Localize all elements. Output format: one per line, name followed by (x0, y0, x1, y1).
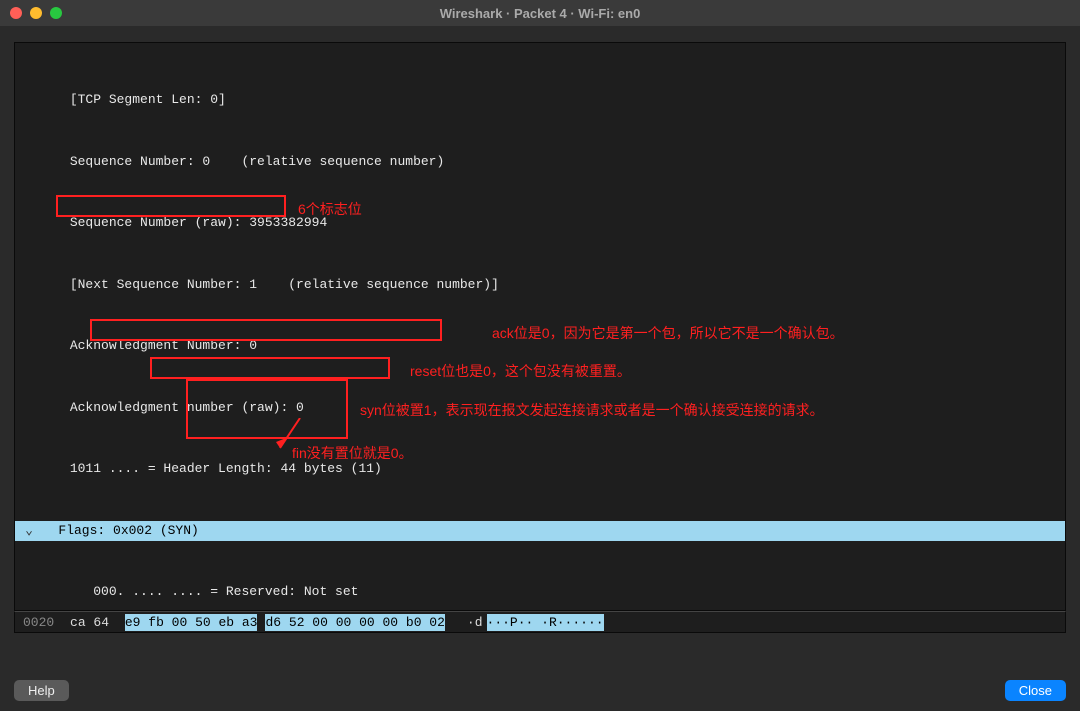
flags-header-row[interactable]: ⌄ Flags: 0x002 (SYN) (15, 521, 1065, 542)
window-controls (10, 7, 62, 19)
tree-row[interactable]: Acknowledgment Number: 0 (15, 336, 1065, 357)
tree-row[interactable]: 1011 .... = Header Length: 44 bytes (11) (15, 459, 1065, 480)
tree-row[interactable]: [Next Sequence Number: 1 (relative seque… (15, 275, 1065, 296)
close-button[interactable]: Close (1005, 680, 1066, 701)
protocol-tree[interactable]: [TCP Segment Len: 0] Sequence Number: 0 … (15, 43, 1065, 611)
tree-row[interactable]: 000. .... .... = Reserved: Not set (15, 582, 1065, 603)
hex-offset: 0020 (23, 615, 54, 630)
packet-details-panel: [TCP Segment Len: 0] Sequence Number: 0 … (14, 42, 1066, 611)
hex-bytes-highlighted: d6 52 00 00 00 00 b0 02 (265, 614, 444, 631)
help-button[interactable]: Help (14, 680, 69, 701)
window-title: Wireshark · Packet 4 · Wi-Fi: en0 (440, 6, 641, 21)
chevron-down-icon: ⌄ (23, 521, 35, 542)
dialog-footer: Help Close (14, 680, 1066, 701)
hex-bytes: ca 64 (70, 615, 109, 630)
tree-row[interactable]: [TCP Segment Len: 0] (15, 90, 1065, 111)
ascii-dump-highlighted: ···P·· ·R······ (487, 614, 604, 631)
close-window-icon[interactable] (10, 7, 22, 19)
tree-row[interactable]: Acknowledgment number (raw): 0 (15, 398, 1065, 419)
hex-dump-bar[interactable]: 0020 ca 64 e9 fb 00 50 eb a3 d6 52 00 00… (14, 611, 1066, 633)
minimize-window-icon[interactable] (30, 7, 42, 19)
hex-bytes-highlighted: e9 fb 00 50 eb a3 (125, 614, 258, 631)
zoom-window-icon[interactable] (50, 7, 62, 19)
tree-row[interactable]: Sequence Number: 0 (relative sequence nu… (15, 152, 1065, 173)
tree-row[interactable]: Sequence Number (raw): 3953382994 (15, 213, 1065, 234)
titlebar: Wireshark · Packet 4 · Wi-Fi: en0 (0, 0, 1080, 26)
ascii-dump: ·d (467, 615, 483, 630)
